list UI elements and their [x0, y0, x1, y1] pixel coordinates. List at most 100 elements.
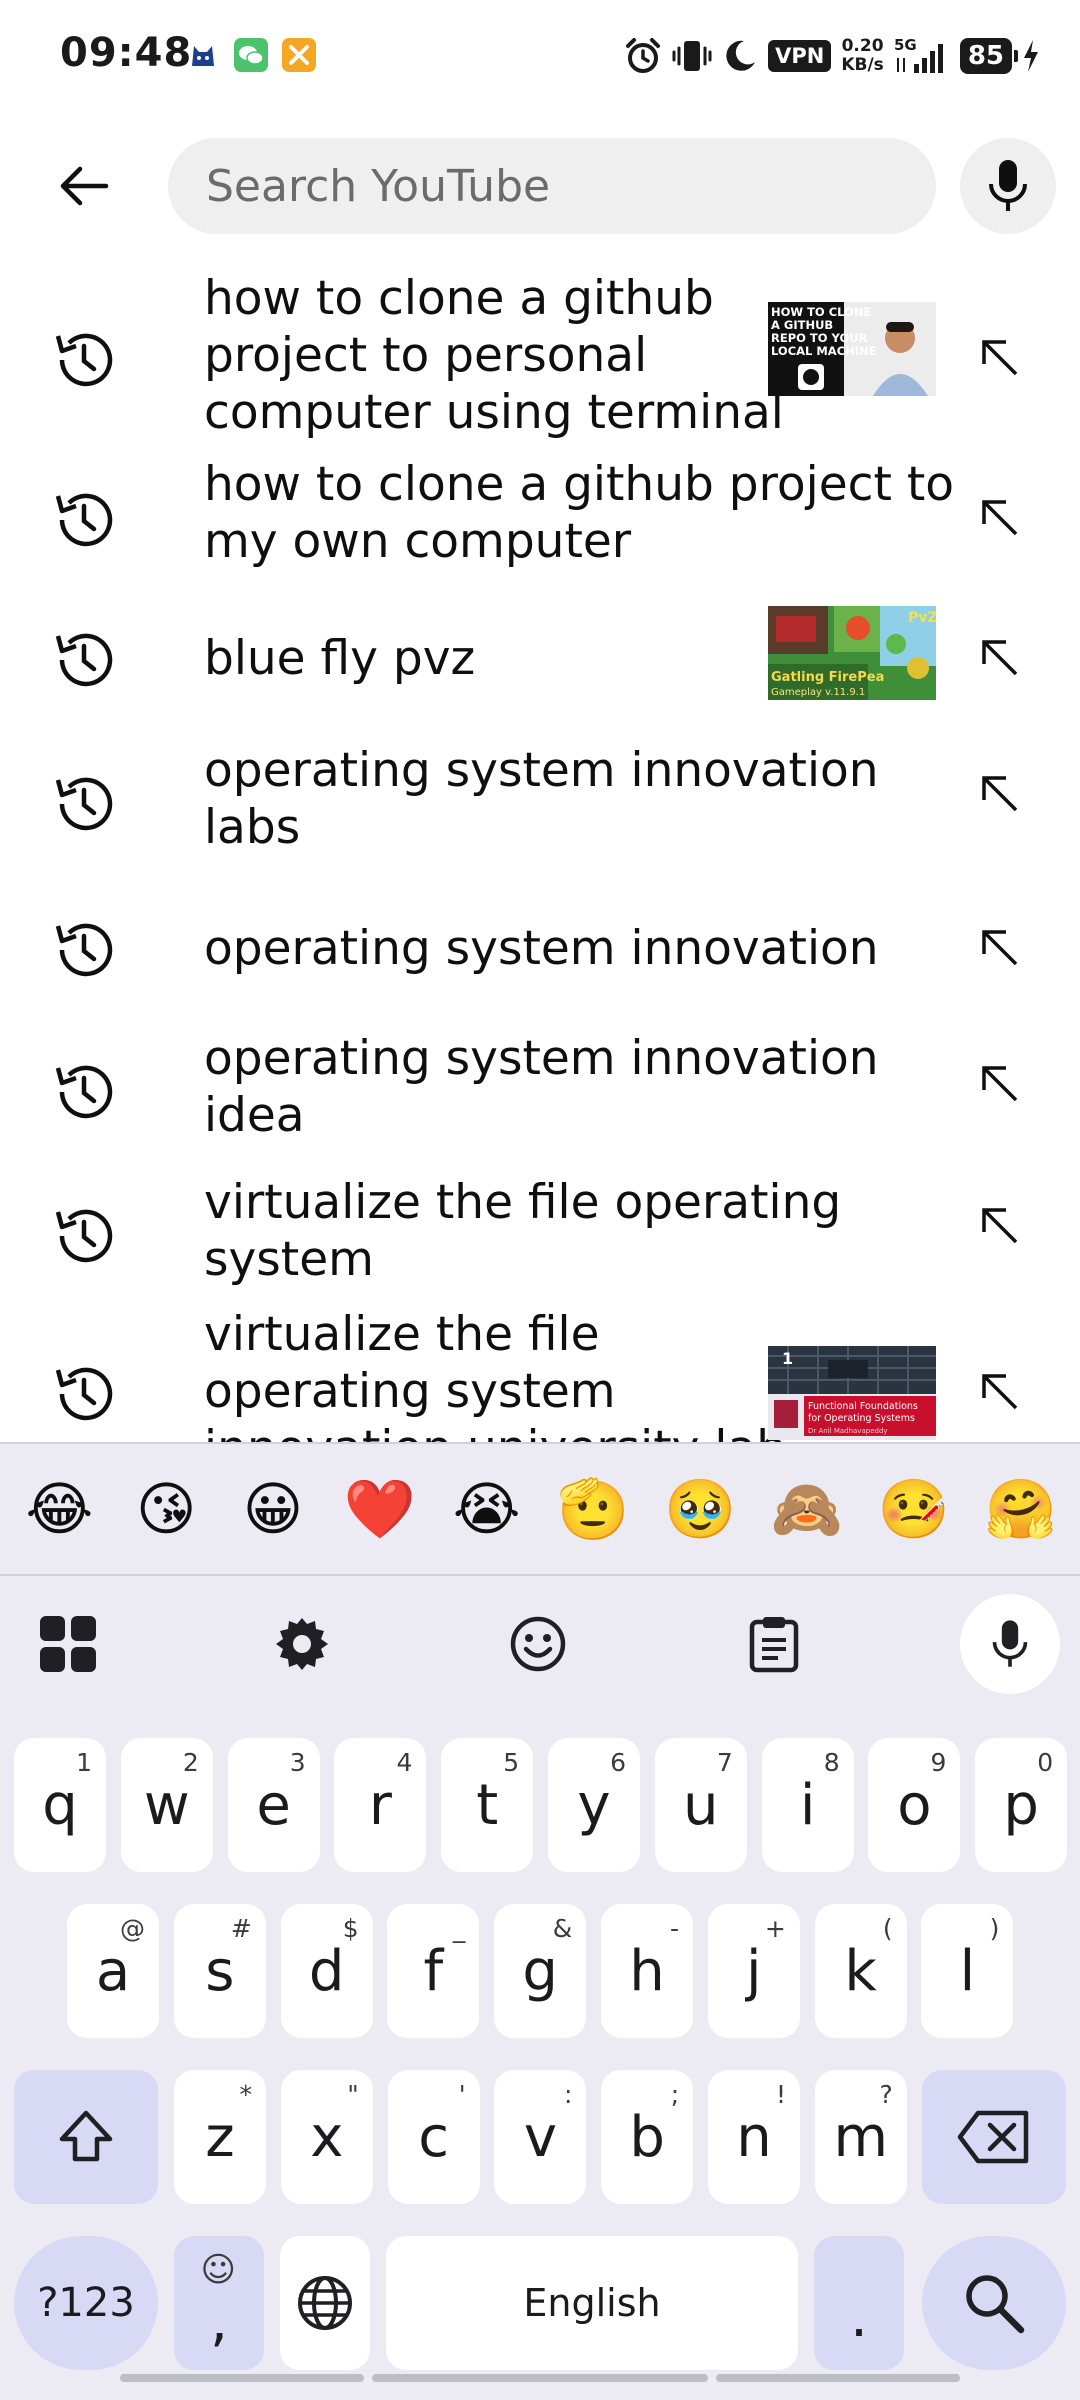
key-j[interactable]: + j	[707, 1904, 800, 2038]
key-e[interactable]: 3e	[227, 1738, 320, 1872]
fill-query-button[interactable]	[968, 326, 1032, 390]
backspace-key[interactable]	[922, 2070, 1066, 2204]
emoji-key[interactable]: 🫡	[548, 1474, 638, 1544]
tools-app-icon	[282, 38, 316, 72]
emoji-key[interactable]: 😘	[121, 1474, 211, 1544]
wechat-app-icon	[234, 38, 268, 72]
fill-query-button[interactable]	[968, 486, 1032, 550]
key-hint: '	[458, 2080, 466, 2109]
key-v[interactable]: :v	[494, 2070, 587, 2204]
key-n[interactable]: ! n	[708, 2070, 800, 2204]
status-right-icons: VPN 0.20 KB/s 5G 85	[624, 32, 1040, 80]
key-hint: 4	[396, 1748, 413, 1777]
key-z[interactable]: * z	[174, 2070, 266, 2204]
emoji-key[interactable]: ❤️	[335, 1474, 425, 1544]
key-p[interactable]: 0p	[975, 1738, 1068, 1872]
shift-key[interactable]	[14, 2070, 158, 2204]
key-hint: ;	[670, 2080, 680, 2109]
battery-level: 85	[959, 38, 1019, 74]
key-a[interactable]: @ a	[67, 1904, 159, 2038]
gear-icon	[276, 1618, 328, 1670]
keyboard-voice-input-button[interactable]	[960, 1594, 1060, 1694]
key-hint: 9	[930, 1748, 947, 1777]
apps-grid-button[interactable]	[18, 1594, 118, 1694]
key-l[interactable]: ) l	[921, 1904, 1014, 2038]
emoji-key[interactable]: 🤒	[869, 1474, 959, 1544]
suggestion-line: blue fly pvz	[204, 631, 476, 686]
suggestion-line: operating system	[204, 1364, 616, 1419]
key-hint: +	[764, 1914, 786, 1943]
key-hint: "	[347, 2080, 359, 2109]
github-clone-thumbnail: HOW TO CLONE A GITHUB REPO TO YOUR LOCAL…	[768, 302, 936, 396]
key-q[interactable]: 1q	[14, 1738, 106, 1872]
suggestion-line: virtualize the file	[204, 1307, 600, 1362]
back-button[interactable]	[44, 146, 124, 226]
arrow-up-left-icon	[982, 1066, 1018, 1102]
fill-query-button[interactable]	[968, 762, 1032, 826]
emoji-key[interactable]: 😂	[14, 1474, 104, 1544]
fill-query-button[interactable]	[968, 1360, 1032, 1424]
key-y[interactable]: 6y	[548, 1738, 640, 1872]
key-m[interactable]: ? m	[814, 2070, 907, 2204]
emoji-key[interactable]: 😀	[228, 1474, 318, 1544]
language-key[interactable]	[280, 2236, 370, 2370]
key-label: o	[897, 1772, 932, 1838]
comma-key[interactable]: ☺ ,	[174, 2236, 264, 2370]
suggestion-row[interactable]: how to clone a github project to persona…	[0, 270, 1080, 450]
key-d[interactable]: $ d	[280, 1904, 373, 2038]
emoji-key[interactable]: 🙈	[762, 1474, 852, 1544]
fill-query-button[interactable]	[968, 626, 1032, 690]
do-not-disturb-moon-icon	[722, 38, 758, 74]
search-input[interactable]	[168, 138, 936, 234]
key-label: n	[736, 2104, 772, 2170]
smiley-icon	[510, 1616, 566, 1672]
key-o[interactable]: 9o	[868, 1738, 961, 1872]
key-h[interactable]: -h	[601, 1904, 693, 2038]
fill-query-button[interactable]	[968, 1194, 1032, 1258]
history-icon	[55, 923, 113, 977]
clipboard-button[interactable]	[724, 1594, 824, 1694]
suggestion-row[interactable]: blue fly pvz PvZ 2 Gatling FirePea Gamep…	[0, 606, 1080, 716]
vibrate-icon	[672, 37, 712, 75]
search-suggestions-list: how to clone a github project to persona…	[0, 250, 1080, 1442]
arrow-up-left-icon	[982, 776, 1018, 812]
fill-query-button[interactable]	[968, 916, 1032, 980]
key-f[interactable]: _ f	[387, 1904, 480, 2038]
suggestion-text: how to clone a github project to my own …	[204, 456, 954, 570]
suggestion-row[interactable]: virtualize the file operating system inn…	[0, 1306, 1080, 1442]
history-icon	[55, 1065, 113, 1119]
key-w[interactable]: 2w	[120, 1738, 213, 1872]
emoji-key[interactable]: 🤗	[976, 1474, 1066, 1544]
key-t[interactable]: 5t	[441, 1738, 534, 1872]
key-hint: 2	[182, 1748, 199, 1777]
suggestion-row[interactable]: how to clone a github project to my own …	[0, 456, 1080, 586]
key-x[interactable]: " x	[280, 2070, 373, 2204]
period-key[interactable]: .	[814, 2236, 904, 2370]
emoji-key[interactable]: 😭	[442, 1474, 532, 1544]
emoji-key[interactable]: 🥹	[655, 1474, 745, 1544]
suggestion-text: virtualize the file operating system	[204, 1174, 841, 1288]
key-hint: $	[342, 1914, 359, 1943]
key-c[interactable]: ' c	[387, 2070, 480, 2204]
suggestion-row[interactable]: operating system innovation idea	[0, 1030, 1080, 1160]
suggestion-row[interactable]: operating system innovation	[0, 900, 1080, 1010]
space-bar[interactable]: English	[386, 2236, 798, 2370]
key-i[interactable]: 8i	[761, 1738, 854, 1872]
fill-query-button[interactable]	[968, 1052, 1032, 1116]
keyboard-settings-button[interactable]	[252, 1594, 352, 1694]
search-action-key[interactable]	[922, 2236, 1066, 2370]
key-b[interactable]: ; b	[601, 2070, 694, 2204]
key-hint: 7	[716, 1748, 733, 1777]
symbols-key[interactable]: ?123	[14, 2236, 158, 2370]
emoji-panel-button[interactable]	[488, 1594, 588, 1694]
voice-search-button[interactable]	[960, 138, 1056, 234]
key-u[interactable]: 7u	[654, 1738, 747, 1872]
key-k[interactable]: (k	[814, 1904, 907, 2038]
suggestion-row[interactable]: operating system innovation labs	[0, 742, 1080, 872]
suggestion-row[interactable]: virtualize the file operating system	[0, 1174, 1080, 1304]
key-s[interactable]: # s	[173, 1904, 266, 2038]
suggestion-text: operating system innovation idea	[204, 1030, 879, 1144]
key-g[interactable]: & g	[494, 1904, 587, 2038]
suggestion-text: virtualize the file operating system inn…	[204, 1306, 786, 1442]
key-r[interactable]: 4r	[334, 1738, 427, 1872]
